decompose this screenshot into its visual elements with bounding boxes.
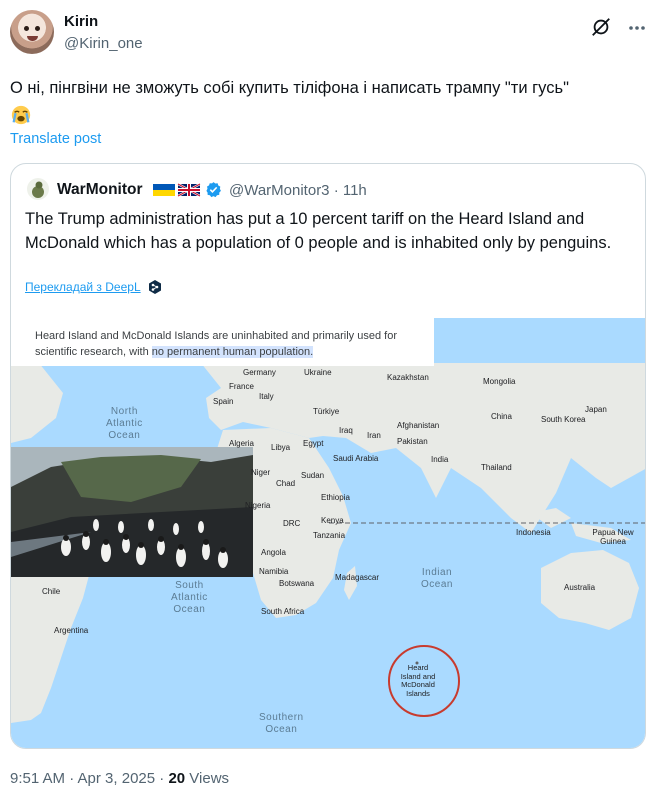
country-label: Italy (259, 392, 274, 401)
author-handle[interactable]: @Kirin_one (64, 35, 143, 52)
quoted-handle-time[interactable]: @WarMonitor3 · 11h (229, 182, 367, 199)
country-label: China (491, 412, 512, 421)
avatar-mouth (27, 36, 38, 41)
country-label: Chile (42, 587, 61, 596)
country-label: Niger (251, 468, 271, 477)
country-label: Kazakhstan (387, 373, 429, 382)
ukraine-flag-icon (153, 182, 201, 198)
country-label: Australia (564, 583, 596, 592)
grok-icon[interactable] (590, 16, 612, 38)
country-label: Ethiopia (321, 493, 350, 502)
ocean-label: Indian Ocean (421, 567, 453, 590)
highlight-circle (388, 645, 460, 717)
penguin-colony-photo (11, 447, 253, 577)
country-label: Kenya (321, 516, 344, 525)
loudly-crying-face-icon (11, 105, 31, 125)
ocean-label: North Atlantic Ocean (106, 406, 143, 441)
country-label: Madagascar (335, 573, 380, 582)
quoted-post-text: The Trump administration has put a 10 pe… (25, 210, 612, 252)
country-label: Mongolia (483, 377, 516, 386)
country-label: Thailand (481, 463, 512, 472)
quoted-handle[interactable]: @WarMonitor3 (229, 182, 330, 199)
quoted-time[interactable]: · 11h (334, 182, 367, 199)
country-label: Namibia (259, 567, 289, 576)
country-label: Botswana (279, 579, 315, 588)
country-label: Iran (367, 431, 381, 440)
post-meta: 9:51 AM · Apr 3, 2025 · 20 Views (10, 770, 229, 787)
search-result-text: Heard Island and McDonald Islands are un… (35, 328, 430, 360)
author-display-name[interactable]: Kirin (64, 13, 98, 30)
country-label: Ukraine (304, 368, 332, 377)
country-label: Germany (243, 368, 276, 377)
country-label: Türkiye (313, 407, 340, 416)
views-count: 20 (168, 770, 186, 787)
country-label: Afghanistan (397, 421, 440, 430)
country-label: Pakistan (397, 437, 428, 446)
quoted-avatar[interactable] (27, 178, 49, 200)
deepl-icon[interactable] (147, 279, 163, 295)
country-label: India (431, 455, 449, 464)
post-timestamp[interactable]: 9:51 AM · Apr 3, 2025 · (10, 770, 168, 787)
quoted-post-card[interactable]: WarMonitor @WarMonitor3 · 11h The Trump … (10, 163, 646, 749)
avatar-eye (24, 26, 29, 31)
ocean-label: South Atlantic Ocean (171, 580, 208, 615)
country-label: France (229, 382, 254, 391)
country-label: Saudi Arabia (333, 454, 379, 463)
country-label: Papua New Guinea (592, 528, 634, 546)
country-label: Angola (261, 548, 286, 557)
country-label: DRC (283, 519, 301, 528)
country-label: Nigeria (245, 501, 271, 510)
country-label: Japan (585, 405, 607, 414)
country-label: Sudan (301, 471, 325, 480)
country-label: Chad (276, 479, 296, 488)
country-label: Algeria (229, 439, 254, 448)
country-label: Libya (271, 443, 291, 452)
country-label: Spain (213, 397, 234, 406)
country-label: South Africa (261, 607, 305, 616)
search-text-highlight: no permanent human population. (151, 346, 314, 358)
country-label: South Korea (541, 415, 586, 424)
quoted-display-name[interactable]: WarMonitor (57, 181, 143, 199)
country-label: Egypt (303, 439, 324, 448)
deepl-translate-link[interactable]: Перекладай з DeepL (25, 280, 141, 294)
more-options-icon[interactable] (627, 18, 647, 38)
views-label: Views (185, 770, 230, 787)
country-label: Tanzania (313, 531, 346, 540)
country-label: Argentina (54, 626, 89, 635)
post-text: О ні, пінгвіни не зможуть собі купить ті… (10, 79, 569, 97)
country-label: Iraq (339, 426, 353, 435)
uk-flag-icon (177, 182, 201, 198)
country-label: Indonesia (516, 528, 551, 537)
avatar-eye (35, 26, 40, 31)
verified-badge-icon (206, 182, 221, 198)
ocean-label: Southern Ocean (259, 712, 304, 735)
translate-post-link[interactable]: Translate post (10, 131, 101, 147)
avatar[interactable] (10, 10, 54, 54)
